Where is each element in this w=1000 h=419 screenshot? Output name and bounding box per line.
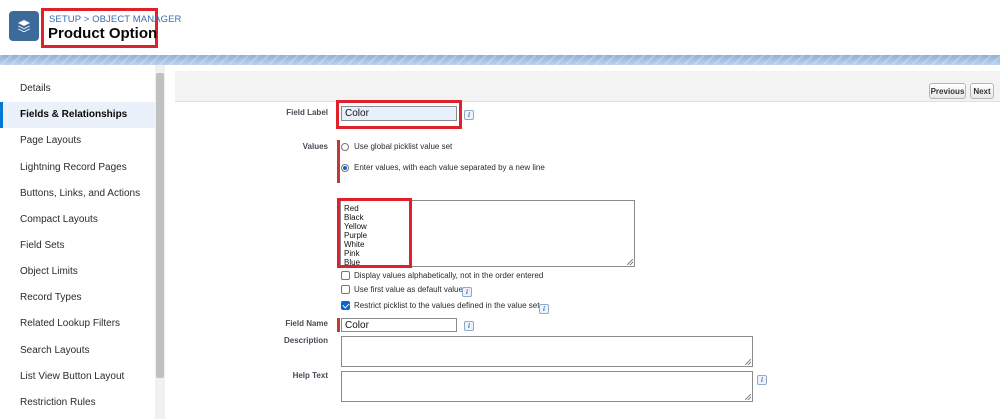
description-textarea[interactable] <box>341 336 753 367</box>
sidebar-item-compact-layouts[interactable]: Compact Layouts <box>0 207 155 233</box>
page-title: Product Option <box>48 25 158 42</box>
sidebar-item-object-limits[interactable]: Object Limits <box>0 259 155 285</box>
breadcrumb[interactable]: SETUP > OBJECT MANAGER <box>49 14 182 25</box>
field-label-label: Field Label <box>286 108 328 117</box>
enter-values-option-label: Enter values, with each value separated … <box>354 163 545 172</box>
title-highlight-box: SETUP > OBJECT MANAGER Product Option <box>41 8 181 48</box>
sidebar-item-restriction-rules[interactable]: Restriction Rules <box>0 390 155 416</box>
sidebar-nav: Details Fields & Relationships Page Layo… <box>0 65 165 419</box>
field-name-input[interactable]: Color <box>341 318 457 332</box>
main-content: Previous Next Field Label Color i Values… <box>175 65 1000 419</box>
first-default-checkbox-label: Use first value as default value <box>354 285 463 294</box>
enter-values-radio[interactable] <box>341 164 349 172</box>
layers-icon <box>9 11 39 41</box>
alphabetical-checkbox[interactable] <box>341 271 350 280</box>
global-picklist-radio[interactable] <box>341 143 349 151</box>
restrict-picklist-checkbox-label: Restrict picklist to the values defined … <box>354 301 540 310</box>
sidebar-item-details[interactable]: Details <box>0 76 155 102</box>
field-name-required-bar <box>337 318 340 332</box>
restrict-info-icon[interactable]: i <box>539 304 549 314</box>
global-picklist-option-label: Use global picklist value set <box>354 142 453 151</box>
field-name-info-icon[interactable]: i <box>464 321 474 331</box>
sidebar-item-fields-relationships[interactable]: Fields & Relationships <box>0 102 155 128</box>
field-name-label: Field Name <box>285 319 328 328</box>
alphabetical-checkbox-label: Display values alphabetically, not in th… <box>354 271 544 280</box>
description-label: Description <box>283 336 328 345</box>
help-text-label: Help Text <box>292 371 328 380</box>
help-text-textarea[interactable] <box>341 371 753 402</box>
sidebar-item-lightning-record-pages[interactable]: Lightning Record Pages <box>0 155 155 181</box>
button-bar: Previous Next <box>175 71 1000 102</box>
sidebar-item-list-view-button-layout[interactable]: List View Button Layout <box>0 364 155 390</box>
values-highlight-box <box>337 198 412 268</box>
page-header: SETUP > OBJECT MANAGER Product Option <box>0 0 1000 55</box>
values-label: Values <box>302 142 328 151</box>
help-text-info-icon[interactable]: i <box>757 375 767 385</box>
values-required-bar <box>337 140 340 183</box>
previous-button[interactable]: Previous <box>929 83 966 99</box>
resize-handle-icon[interactable] <box>627 259 633 265</box>
sidebar-item-buttons-links-actions[interactable]: Buttons, Links, and Actions <box>0 181 155 207</box>
sidebar-item-search-layouts[interactable]: Search Layouts <box>0 338 155 364</box>
sidebar-scrollbar[interactable] <box>155 65 165 419</box>
resize-handle-icon[interactable] <box>745 359 751 365</box>
header-band <box>0 55 1000 65</box>
scrollbar-thumb[interactable] <box>156 73 164 378</box>
resize-handle-icon[interactable] <box>745 394 751 400</box>
sidebar-item-record-types[interactable]: Record Types <box>0 285 155 311</box>
field-label-input[interactable]: Color <box>341 106 457 121</box>
sidebar-item-page-layouts[interactable]: Page Layouts <box>0 128 155 154</box>
first-default-checkbox[interactable] <box>341 285 350 294</box>
field-label-info-icon[interactable]: i <box>464 110 474 120</box>
sidebar-item-field-sets[interactable]: Field Sets <box>0 233 155 259</box>
next-button[interactable]: Next <box>970 83 994 99</box>
sidebar-item-related-lookup-filters[interactable]: Related Lookup Filters <box>0 311 155 337</box>
restrict-picklist-checkbox[interactable] <box>341 301 350 310</box>
first-default-info-icon[interactable]: i <box>462 287 472 297</box>
